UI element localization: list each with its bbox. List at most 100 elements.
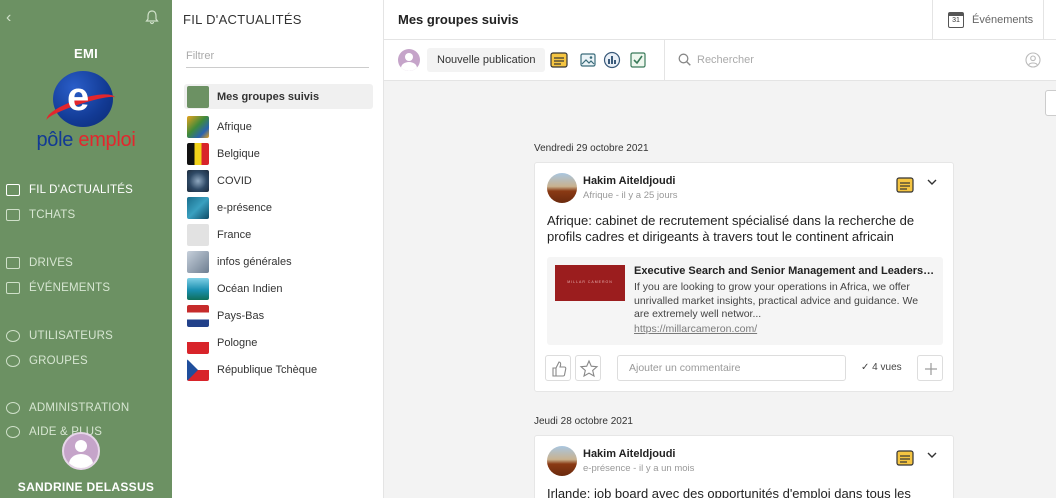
group-item-belgique[interactable]: Belgique	[184, 141, 373, 166]
group-item-label: Océan Indien	[217, 282, 283, 295]
sidebar-item-tchats[interactable]: TCHATS	[0, 204, 172, 226]
group-item-label: Pologne	[217, 336, 258, 349]
link-preview-url[interactable]: https://millarcameron.com/	[634, 323, 757, 335]
post-body: Afrique: cabinet de recrutement spéciali…	[547, 213, 915, 244]
group-thumbnail	[187, 169, 209, 192]
group-item-covid[interactable]: COVID	[184, 168, 373, 193]
org-name: EMI	[73, 46, 98, 61]
group-item-france[interactable]: France	[184, 222, 373, 247]
star-icon	[579, 359, 599, 378]
group-item-label: France	[217, 228, 252, 241]
sidebar-item-utilisateurs[interactable]: UTILISATEURS	[0, 325, 172, 347]
post-body: Irlande: job board avec des opportunités…	[547, 486, 911, 498]
group-thumbnail	[187, 142, 209, 165]
group-item-label: Afrique	[217, 120, 252, 133]
calendar-icon: 31	[948, 12, 964, 28]
group-item-pays-bas[interactable]: Pays-Bas	[184, 303, 373, 328]
add-reaction-button[interactable]	[917, 355, 943, 381]
like-button[interactable]	[545, 355, 571, 381]
help-icon	[6, 426, 20, 438]
sidebar-item-evenements[interactable]: ÉVÉNEMENTS	[0, 277, 172, 299]
chevron-down-icon[interactable]	[927, 450, 937, 460]
author-avatar[interactable]	[547, 173, 577, 203]
events-label: Événements	[972, 14, 1034, 26]
sidebar-item-label: ADMINISTRATION	[29, 402, 130, 414]
post-card: Hakim Aiteldjoudi e-présence - il y a un…	[534, 435, 954, 498]
link-preview-title[interactable]: Executive Search and Senior Management a…	[634, 265, 936, 277]
sidebar-item-groupes[interactable]: GROUPES	[0, 350, 172, 372]
group-thumbnail	[187, 250, 209, 273]
group-item-afrique[interactable]: Afrique	[184, 114, 373, 139]
user-name[interactable]: SANDRINE DELASSUS	[0, 480, 172, 494]
events-button[interactable]: 31 Événements	[932, 0, 1044, 40]
logo-emblem: e	[43, 71, 119, 130]
link-preview-description: If you are looking to grow your operatio…	[634, 281, 919, 320]
poll-post-icon[interactable]	[603, 51, 621, 69]
sidebar-item-label: DRIVES	[29, 257, 74, 269]
group-thumbnail	[187, 331, 209, 354]
gear-icon	[6, 402, 20, 414]
groups-fork-icon	[187, 85, 209, 108]
search-input[interactable]	[697, 50, 997, 70]
group-thumbnail	[187, 358, 209, 381]
avatar	[398, 49, 420, 71]
chevron-left-icon[interactable]: ‹	[6, 9, 11, 27]
group-item-label: Mes groupes suivis	[217, 90, 320, 103]
logo-wordmark: pôle emploi	[36, 129, 136, 151]
views-count: ✓ 4 vues	[861, 362, 902, 373]
sidebar-item-administration[interactable]: ADMINISTRATION	[0, 397, 172, 419]
group-item-republique-tcheque[interactable]: République Tchèque	[184, 357, 373, 382]
user-icon	[6, 330, 20, 342]
sidebar-item-label: ÉVÉNEMENTS	[29, 282, 111, 294]
main-sidebar: ‹ EMI e pôle emploi FIL D'ACTUALITÉS TCH…	[0, 0, 172, 498]
favorite-button[interactable]	[575, 355, 601, 381]
sidebar-item-label: GROUPES	[29, 355, 88, 367]
group-thumbnail	[187, 277, 209, 300]
search-icon	[678, 53, 691, 66]
groups-icon	[6, 355, 20, 367]
sidebar-item-label: TCHATS	[29, 209, 76, 221]
main-content: Mes groupes suivis 31 Événements Nouvell…	[384, 0, 1056, 498]
sidebar-item-drives[interactable]: DRIVES	[0, 252, 172, 274]
sidebar-item-label: FIL D'ACTUALITÉS	[29, 184, 134, 196]
news-post-icon	[896, 177, 914, 193]
chevron-down-icon[interactable]	[927, 177, 937, 187]
divider	[664, 40, 665, 80]
filter-input[interactable]	[186, 44, 369, 68]
group-item-infos-generales[interactable]: infos générales	[184, 249, 373, 274]
post-author[interactable]: Hakim Aiteldjoudi	[583, 448, 676, 460]
sidebar-item-fil-actualites[interactable]: FIL D'ACTUALITÉS	[0, 179, 172, 201]
author-avatar[interactable]	[547, 446, 577, 476]
news-post-icon[interactable]	[550, 51, 568, 69]
groups-panel: FIL D'ACTUALITÉS Mes groupes suivis Afri…	[172, 0, 384, 498]
post-card: Hakim Aiteldjoudi Afrique - il y a 25 jo…	[534, 162, 954, 392]
group-item-pologne[interactable]: Pologne	[184, 330, 373, 355]
image-post-icon[interactable]	[579, 51, 597, 69]
post-actions: Ajouter un commentaire ✓ 4 vues	[535, 351, 955, 385]
groups-panel-title: FIL D'ACTUALITÉS	[183, 12, 302, 27]
group-item-label: e-présence	[217, 201, 273, 214]
user-avatar[interactable]	[62, 432, 100, 470]
group-thumbnail	[187, 223, 209, 246]
link-preview[interactable]: MILLAR CAMERON Executive Search and Seni…	[547, 257, 943, 345]
comment-input[interactable]: Ajouter un commentaire	[617, 355, 846, 381]
thumbs-up-icon	[552, 361, 567, 377]
feed-date-label: Jeudi 28 octobre 2021	[534, 416, 633, 427]
task-post-icon[interactable]	[629, 51, 647, 69]
page-title: Mes groupes suivis	[398, 12, 519, 27]
group-item-ocean-indien[interactable]: Océan Indien	[184, 276, 373, 301]
link-preview-image: MILLAR CAMERON	[555, 265, 625, 301]
news-feed-icon	[6, 184, 20, 196]
new-post-button[interactable]: Nouvelle publication	[427, 48, 546, 72]
post-author[interactable]: Hakim Aiteldjoudi	[583, 175, 676, 187]
bell-icon[interactable]	[144, 9, 160, 25]
user-filter-icon[interactable]	[1025, 52, 1041, 68]
group-thumbnail	[187, 304, 209, 327]
side-panel-toggle[interactable]	[1045, 90, 1056, 116]
chat-icon	[6, 209, 20, 221]
group-item-e-presence[interactable]: e-présence	[184, 195, 373, 220]
pole-emploi-logo: e pôle emploi	[0, 69, 172, 165]
group-item-mes-groupes-suivis[interactable]: Mes groupes suivis	[184, 84, 373, 109]
plus-icon	[925, 363, 937, 375]
group-item-label: infos générales	[217, 255, 292, 268]
